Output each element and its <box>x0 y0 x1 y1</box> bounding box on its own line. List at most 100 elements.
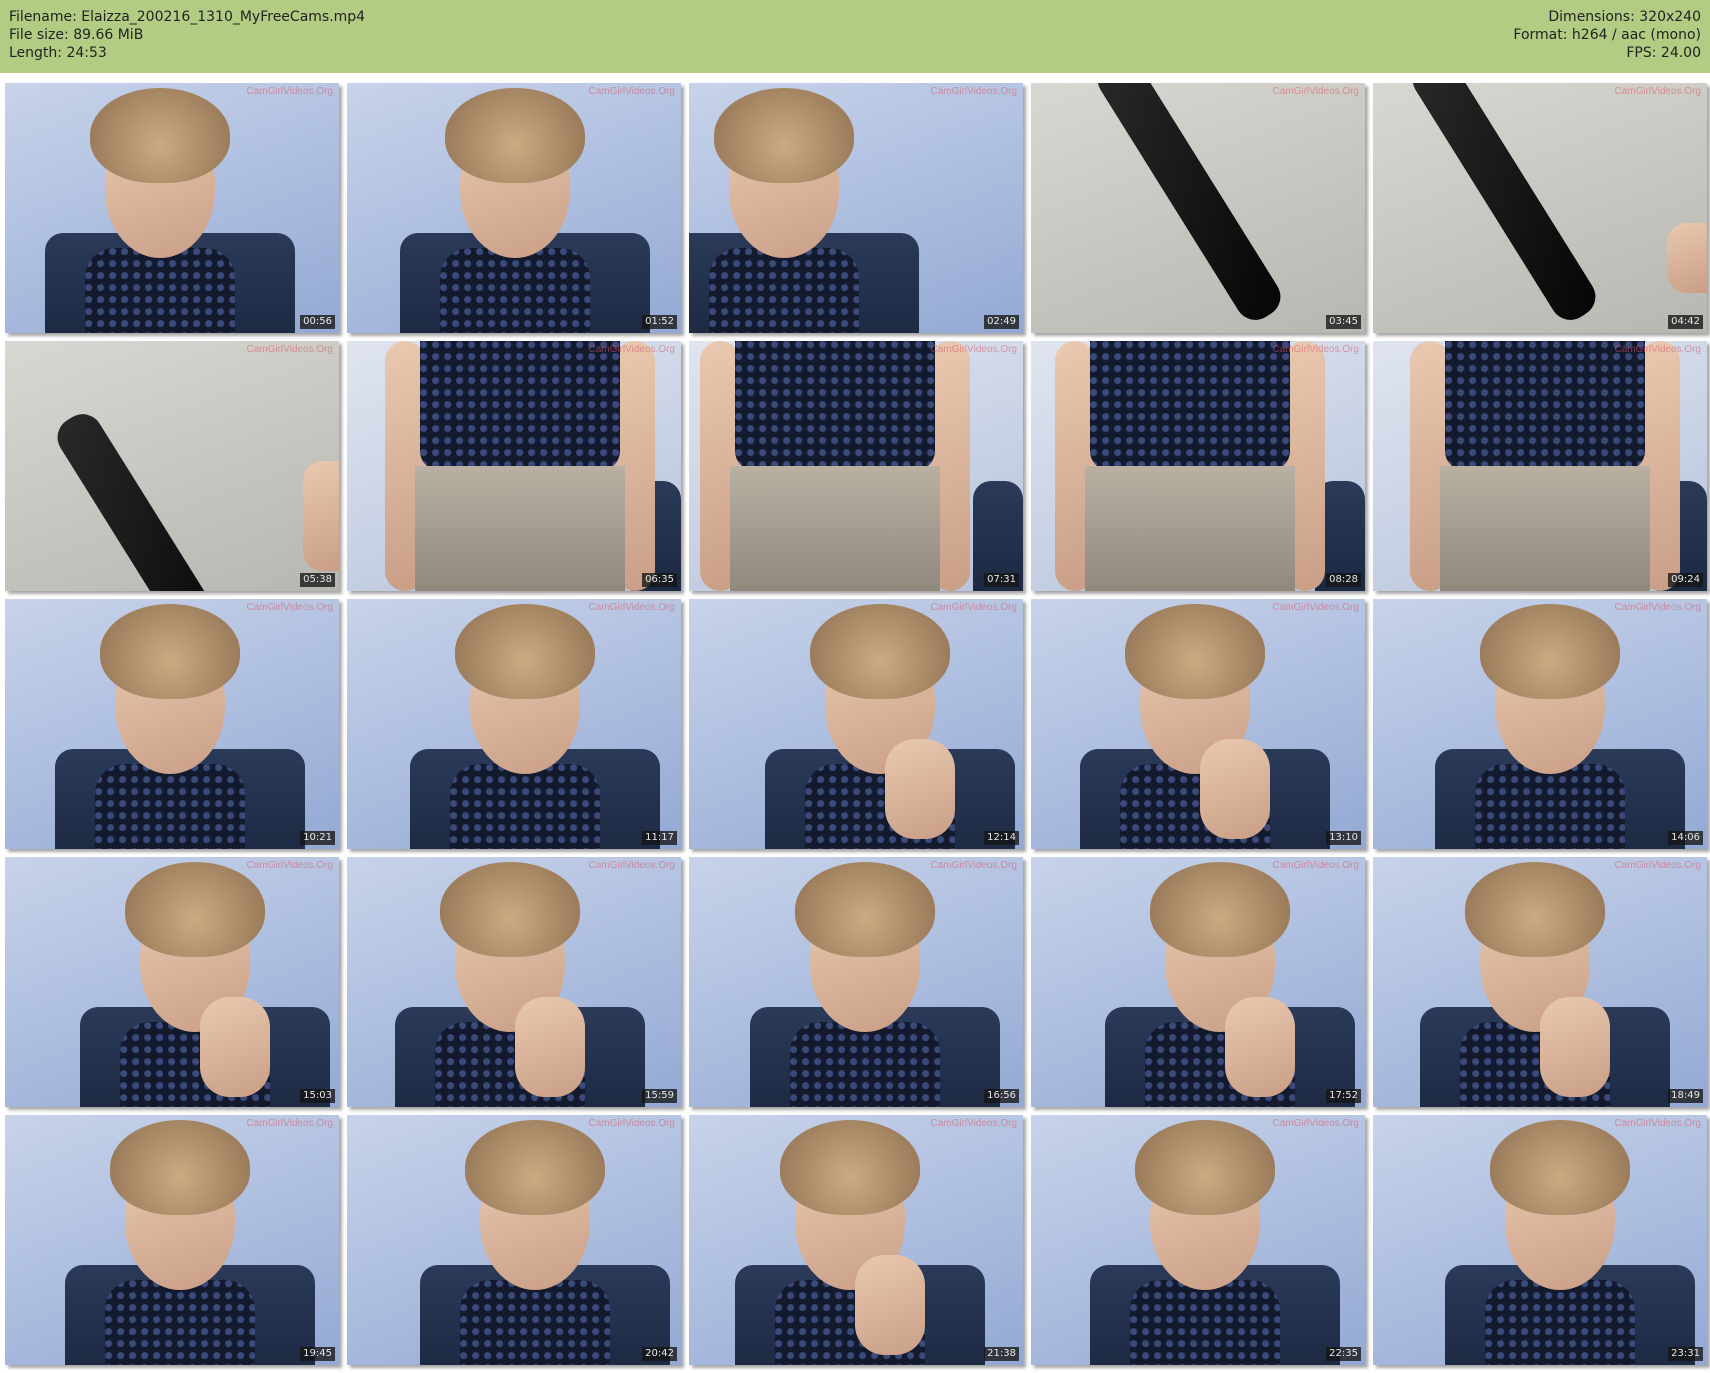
watermark-text: CamGirlVideos.Org <box>930 1118 1017 1129</box>
watermark-text: CamGirlVideos.Org <box>588 1118 675 1129</box>
video-thumbnail[interactable]: CamGirlVideos.Org 12:14 <box>689 599 1023 849</box>
watermark-text: CamGirlVideos.Org <box>246 86 333 97</box>
video-thumbnail[interactable]: CamGirlVideos.Org 23:31 <box>1373 1115 1707 1365</box>
dimensions-line: Dimensions: 320x240 <box>1548 9 1701 25</box>
video-thumbnail[interactable]: CamGirlVideos.Org 17:52 <box>1031 857 1365 1107</box>
format-line: Format: h264 / aac (mono) <box>1513 27 1701 43</box>
video-thumbnail[interactable]: CamGirlVideos.Org 22:35 <box>1031 1115 1365 1365</box>
watermark-text: CamGirlVideos.Org <box>1272 86 1359 97</box>
timestamp-label: 23:31 <box>1668 1347 1703 1361</box>
video-thumbnail[interactable]: CamGirlVideos.Org 10:21 <box>5 599 339 849</box>
filesize-line: File size: 89.66 MiB <box>9 27 144 43</box>
timestamp-label: 14:06 <box>1668 831 1703 845</box>
timestamp-label: 11:17 <box>642 831 677 845</box>
watermark-text: CamGirlVideos.Org <box>588 860 675 871</box>
watermark-text: CamGirlVideos.Org <box>930 602 1017 613</box>
frame-image <box>689 599 1023 849</box>
video-thumbnail[interactable]: CamGirlVideos.Org 15:59 <box>347 857 681 1107</box>
watermark-text: CamGirlVideos.Org <box>1614 344 1701 355</box>
timestamp-label: 01:52 <box>642 315 677 329</box>
watermark-text: CamGirlVideos.Org <box>588 344 675 355</box>
frame-image <box>689 83 1023 333</box>
fps-line: FPS: 24.00 <box>1626 45 1701 61</box>
timestamp-label: 18:49 <box>1668 1089 1703 1103</box>
video-thumbnail[interactable]: CamGirlVideos.Org 03:45 <box>1031 83 1365 333</box>
video-thumbnail[interactable]: CamGirlVideos.Org 20:42 <box>347 1115 681 1365</box>
timestamp-label: 16:56 <box>984 1089 1019 1103</box>
frame-image <box>347 599 681 849</box>
frame-image <box>347 83 681 333</box>
frame-image <box>5 341 339 591</box>
timestamp-label: 02:49 <box>984 315 1019 329</box>
watermark-text: CamGirlVideos.Org <box>1272 1118 1359 1129</box>
watermark-text: CamGirlVideos.Org <box>246 344 333 355</box>
timestamp-label: 03:45 <box>1326 315 1361 329</box>
frame-image <box>5 1115 339 1365</box>
frame-image <box>5 857 339 1107</box>
video-thumbnail[interactable]: CamGirlVideos.Org 21:38 <box>689 1115 1023 1365</box>
timestamp-label: 19:45 <box>300 1347 335 1361</box>
video-thumbnail[interactable]: CamGirlVideos.Org 11:17 <box>347 599 681 849</box>
video-thumbnail[interactable]: CamGirlVideos.Org 16:56 <box>689 857 1023 1107</box>
video-thumbnail[interactable]: CamGirlVideos.Org 04:42 <box>1373 83 1707 333</box>
video-thumbnail[interactable]: CamGirlVideos.Org 14:06 <box>1373 599 1707 849</box>
watermark-text: CamGirlVideos.Org <box>246 1118 333 1129</box>
frame-image <box>689 341 1023 591</box>
video-thumbnail[interactable]: CamGirlVideos.Org 15:03 <box>5 857 339 1107</box>
video-thumbnail[interactable]: CamGirlVideos.Org 06:35 <box>347 341 681 591</box>
watermark-text: CamGirlVideos.Org <box>930 86 1017 97</box>
watermark-text: CamGirlVideos.Org <box>1614 86 1701 97</box>
watermark-text: CamGirlVideos.Org <box>246 860 333 871</box>
video-thumbnail[interactable]: CamGirlVideos.Org 18:49 <box>1373 857 1707 1107</box>
video-thumbnail[interactable]: CamGirlVideos.Org 02:49 <box>689 83 1023 333</box>
length-line: Length: 24:53 <box>9 45 107 61</box>
timestamp-label: 15:59 <box>642 1089 677 1103</box>
frame-image <box>347 341 681 591</box>
video-thumbnail[interactable]: CamGirlVideos.Org 00:56 <box>5 83 339 333</box>
timestamp-label: 09:24 <box>1668 573 1703 587</box>
video-thumbnail[interactable]: CamGirlVideos.Org 01:52 <box>347 83 681 333</box>
timestamp-label: 13:10 <box>1326 831 1361 845</box>
timestamp-label: 05:38 <box>300 573 335 587</box>
timestamp-label: 12:14 <box>984 831 1019 845</box>
frame-image <box>689 857 1023 1107</box>
frame-image <box>1031 857 1365 1107</box>
video-thumbnail[interactable]: CamGirlVideos.Org 08:28 <box>1031 341 1365 591</box>
frame-image <box>1373 341 1707 591</box>
timestamp-label: 15:03 <box>300 1089 335 1103</box>
frame-image <box>1031 1115 1365 1365</box>
watermark-text: CamGirlVideos.Org <box>930 344 1017 355</box>
frame-image <box>5 83 339 333</box>
frame-image <box>5 599 339 849</box>
watermark-text: CamGirlVideos.Org <box>1272 344 1359 355</box>
frame-image <box>347 1115 681 1365</box>
file-info: Filename: Elaizza_200216_1310_MyFreeCams… <box>9 8 365 62</box>
watermark-text: CamGirlVideos.Org <box>246 602 333 613</box>
timestamp-label: 17:52 <box>1326 1089 1361 1103</box>
stream-info: Dimensions: 320x240 Format: h264 / aac (… <box>1513 8 1701 62</box>
timestamp-label: 04:42 <box>1668 315 1703 329</box>
video-thumbnail[interactable]: CamGirlVideos.Org 05:38 <box>5 341 339 591</box>
frame-image <box>1031 599 1365 849</box>
frame-image <box>1031 341 1365 591</box>
frame-image <box>689 1115 1023 1365</box>
watermark-text: CamGirlVideos.Org <box>930 860 1017 871</box>
video-thumbnail[interactable]: CamGirlVideos.Org 07:31 <box>689 341 1023 591</box>
timestamp-label: 07:31 <box>984 573 1019 587</box>
video-thumbnail[interactable]: CamGirlVideos.Org 13:10 <box>1031 599 1365 849</box>
frame-image <box>1373 83 1707 333</box>
timestamp-label: 21:38 <box>984 1347 1019 1361</box>
watermark-text: CamGirlVideos.Org <box>1614 1118 1701 1129</box>
video-thumbnail[interactable]: CamGirlVideos.Org 09:24 <box>1373 341 1707 591</box>
frame-image <box>1031 83 1365 333</box>
watermark-text: CamGirlVideos.Org <box>588 86 675 97</box>
timestamp-label: 10:21 <box>300 831 335 845</box>
video-thumbnail[interactable]: CamGirlVideos.Org 19:45 <box>5 1115 339 1365</box>
watermark-text: CamGirlVideos.Org <box>1272 860 1359 871</box>
timestamp-label: 00:56 <box>300 315 335 329</box>
frame-image <box>347 857 681 1107</box>
watermark-text: CamGirlVideos.Org <box>1614 860 1701 871</box>
watermark-text: CamGirlVideos.Org <box>1614 602 1701 613</box>
frame-image <box>1373 1115 1707 1365</box>
frame-image <box>1373 857 1707 1107</box>
